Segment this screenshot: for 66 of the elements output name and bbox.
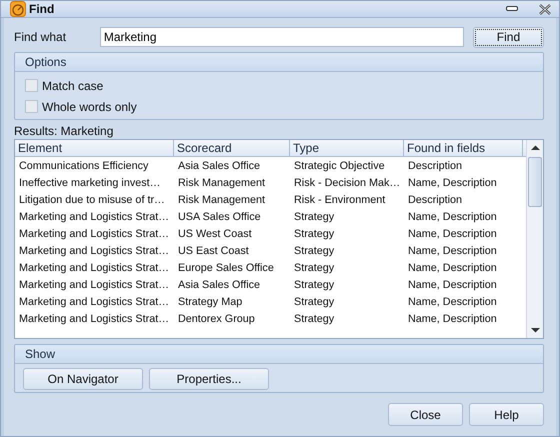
table-cell-text: Strategy [293, 278, 336, 293]
table-cell-text: Strategy [293, 210, 336, 225]
show-button[interactable]: Properties... [149, 368, 269, 390]
table-cell-text: Strategy [293, 295, 336, 310]
scroll-up-icon[interactable] [530, 145, 540, 151]
table-cell-text: Description [407, 159, 464, 174]
minimize-icon[interactable] [506, 6, 518, 12]
find-what-label: Find what [14, 30, 68, 44]
column-header[interactable]: Element [15, 140, 174, 156]
table-cell-text: Description [407, 193, 464, 208]
show-heading: Show [25, 347, 56, 361]
table-cell-text: Risk - Environment [293, 193, 386, 208]
close-icon[interactable] [539, 4, 551, 14]
checkbox[interactable] [25, 79, 38, 92]
column-header[interactable]: Found in fields [404, 140, 523, 156]
table-cell-text: Ineffective marketing invest… [18, 176, 162, 191]
options-heading: Options [25, 55, 66, 69]
table-cell-text: Name, Description [407, 210, 498, 225]
dialog-button[interactable]: Close [388, 403, 463, 426]
table-cell-text: Name, Description [407, 261, 498, 276]
results-label: Results: Marketing [14, 123, 114, 139]
table-cell-text: Marketing and Logistics Strat… [18, 227, 170, 242]
table-cell-text: Risk Management [177, 176, 266, 191]
table-cell-text: Strategy Map [177, 295, 244, 310]
table-cell-text: Asia Sales Office [177, 159, 262, 174]
table-cell-text: Name, Description [407, 295, 498, 310]
window-title: Find [29, 2, 54, 16]
dialog-button[interactable]: Help [469, 403, 544, 426]
app-logo-icon [10, 1, 26, 17]
table-cell-text: US West Coast [177, 227, 253, 242]
checkbox-label[interactable]: Whole words only [42, 100, 137, 114]
table-cell-text: Europe Sales Office [177, 261, 275, 276]
table-cell-text: Strategic Objective [293, 159, 386, 174]
table-cell-text: Marketing and Logistics Strat… [18, 278, 170, 293]
find-button[interactable]: Find [472, 26, 544, 48]
table-cell-text: Strategy [293, 244, 336, 259]
table-cell-text: Name, Description [407, 227, 498, 242]
table-cell-text: Strategy [293, 312, 336, 327]
table-cell-text: Marketing and Logistics Strat… [18, 312, 170, 327]
column-header[interactable]: Scorecard [174, 140, 290, 156]
table-cell-text: Marketing and Logistics Strat… [18, 261, 170, 276]
table-cell-text: Name, Description [407, 176, 498, 191]
table-cell-text: Name, Description [407, 244, 498, 259]
find-input-field[interactable]: Marketing [100, 27, 464, 47]
vertical-scrollbar[interactable] [526, 140, 543, 338]
table-cell-text: Name, Description [407, 278, 498, 293]
checkbox-label[interactable]: Match case [42, 78, 104, 92]
column-header[interactable]: Type [290, 140, 404, 156]
table-cell-text: US East Coast [177, 244, 250, 259]
table-cell-text: Name, Description [407, 312, 498, 327]
table-cell-text: Marketing and Logistics Strat… [18, 244, 170, 259]
checkbox[interactable] [25, 100, 38, 113]
table-cell-text: Litigation due to misuse of tr… [18, 193, 166, 208]
table-cell-text: Marketing and Logistics Strat… [18, 210, 170, 225]
show-button[interactable]: On Navigator [23, 368, 143, 390]
table-cell-text: Asia Sales Office [177, 278, 262, 293]
table-cell-text: Risk Management [177, 193, 266, 208]
scroll-down-icon[interactable] [530, 327, 540, 333]
table-cell-text: Dentorex Group [177, 312, 256, 327]
table-cell-text: Communications Efficiency [18, 159, 150, 174]
table-cell-text: USA Sales Office [177, 210, 262, 225]
table-cell-text: Marketing and Logistics Strat… [18, 295, 170, 310]
scroll-thumb[interactable] [528, 157, 542, 207]
table-cell-text: Strategy [293, 261, 336, 276]
table-cell-text: Strategy [293, 227, 336, 242]
table-cell-text: Risk - Decision Mak… [293, 176, 402, 191]
